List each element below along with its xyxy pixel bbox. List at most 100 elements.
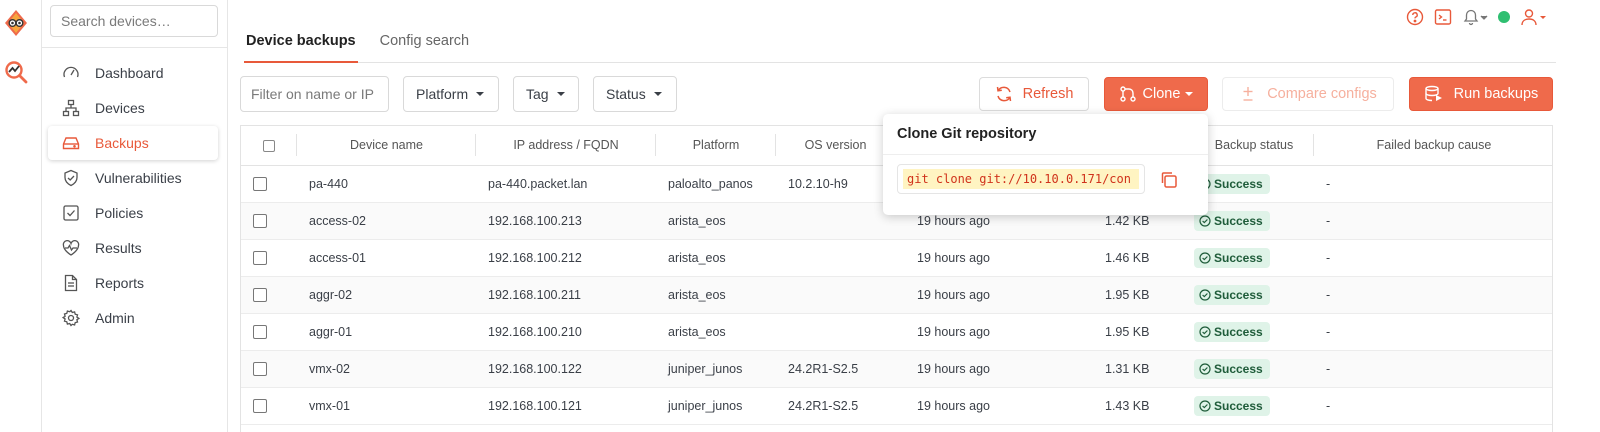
cell-ip: 192.168.100.210 [476,313,656,351]
check-circle-icon [1199,325,1211,338]
platform-dropdown[interactable]: Platform [403,76,499,112]
cell-os: 24.2R1-S2.5 [776,350,895,388]
cell-time: 19 hours ago [895,313,1075,351]
select-all-checkbox[interactable] [263,139,275,152]
sidebar-item-label: Admin [95,310,135,326]
cell-ip: pa-440.packet.lan [476,165,656,203]
cell-ip: 192.168.100.211 [476,276,656,314]
filter-input[interactable] [240,76,389,112]
gauge-icon [63,66,79,78]
status-dropdown[interactable]: Status [593,76,677,112]
status-badge: Success [1194,284,1270,305]
column-header[interactable]: Device name [297,126,476,166]
cell-platform: arista_eos [656,313,776,351]
column-header[interactable]: OS version [776,126,895,166]
run-backups-button[interactable]: Run backups [1409,77,1553,111]
clone-button[interactable]: Clone [1104,77,1208,111]
table-row[interactable]: vmx-01 192.168.100.121 juniper_junos 24.2R1… [241,387,1552,425]
git-branch-icon [1119,86,1136,102]
row-checkbox[interactable] [253,213,267,228]
table-row[interactable]: vmx-02 192.168.100.122 juniper_junos 24.2R1… [241,350,1552,388]
cell-status: Success [1194,239,1314,277]
caret-down-icon [1185,92,1194,96]
cell-status: Success [1194,387,1314,425]
cell-ip: 192.168.100.122 [476,350,656,388]
sidebar: Dashboard Devices Backups Vulnerabilitie… [42,0,228,432]
sidebar-item-backups[interactable]: Backups [48,126,218,160]
sidebar-item-label: Backups [95,135,149,151]
table-row[interactable]: access-01 192.168.100.212 arista_eos 19 hou… [241,239,1552,277]
cell-cause: - [1314,165,1552,203]
file-icon [64,274,78,292]
clone-command[interactable]: git clone git://10.10.0.171/con [903,169,1139,189]
row-checkbox[interactable] [253,324,267,339]
column-header[interactable]: Failed backup cause [1314,126,1552,166]
refresh-icon [996,86,1011,102]
sidebar-item-policies[interactable]: Policies [48,196,218,230]
device-search-input[interactable] [50,5,218,37]
cell-name: vmx-01 [297,387,476,425]
cell-name: access-02 [297,202,476,240]
popover-divider [883,154,1208,155]
row-checkbox[interactable] [253,176,267,191]
cell-size: 1.95 KB [1075,313,1194,351]
sidebar-item-vulnerabilities[interactable]: Vulnerabilities [48,161,218,195]
row-checkbox[interactable] [253,287,267,302]
row-checkbox[interactable] [253,398,267,413]
cell-size: 1.46 KB [1075,239,1194,277]
toolbar: Platform Tag Status Refresh Clone Compar… [240,76,1600,112]
sidebar-item-reports[interactable]: Reports [48,266,218,300]
tab-config-search[interactable]: Config search [378,20,471,63]
select-all-cell [241,126,297,166]
copy-icon[interactable] [1159,170,1179,193]
table-row[interactable]: aggr-02 192.168.100.211 arista_eos 19 hours… [241,276,1552,314]
cell-cause: - [1314,313,1552,351]
sidebar-item-label: Policies [95,205,144,221]
sidebar-item-label: Results [95,240,142,256]
app-logo-icon[interactable] [4,8,28,41]
sidebar-item-dashboard[interactable]: Dashboard [48,56,218,90]
cell-name: aggr-02 [297,276,476,314]
column-header[interactable]: Backup status [1194,126,1314,166]
row-checkbox[interactable] [253,361,267,376]
sidebar-item-devices[interactable]: Devices [48,91,218,125]
check-circle-icon [1199,214,1211,227]
hdd-icon [62,137,80,150]
sidebar-item-results[interactable]: Results [48,231,218,265]
cell-size: 1.31 KB [1075,350,1194,388]
status-badge: Success [1194,321,1270,342]
status-badge: Success [1194,247,1270,268]
cell-size: 1.95 KB [1075,276,1194,314]
compare-configs-button[interactable]: Compare configs [1222,77,1394,111]
cell-os: 24.2R1-S2.5 [776,387,895,425]
caret-down-icon [556,92,565,96]
analytics-search-icon[interactable] [4,60,30,87]
refresh-button[interactable]: Refresh [979,77,1089,111]
cell-platform: juniper_junos [656,387,776,425]
column-header[interactable]: IP address / FQDN [476,126,656,166]
check-circle-icon [1199,362,1211,375]
cell-cause: - [1314,239,1552,277]
clone-command-box[interactable]: git clone git://10.10.0.171/con [897,164,1145,194]
cell-time: 19 hours ago [895,387,1075,425]
cell-platform: juniper_junos [656,350,776,388]
platform-dropdown-label: Platform [416,86,469,102]
cell-os: 10.2.10-h9 [776,165,895,203]
heart-pulse-icon [62,240,80,256]
status-badge: Success [1194,358,1270,379]
shield-icon [64,169,78,187]
row-checkbox[interactable] [253,250,267,265]
status-badge: Success [1194,395,1270,416]
cell-name: pa-440 [297,165,476,203]
column-header[interactable]: Platform [656,126,776,166]
cell-status: Success [1194,350,1314,388]
cell-size: 1.43 KB [1075,387,1194,425]
table-row[interactable]: aggr-01 192.168.100.210 arista_eos 19 hours… [241,313,1552,351]
clone-button-label: Clone [1142,86,1181,102]
tag-dropdown[interactable]: Tag [513,76,579,112]
clone-popover: Clone Git repository git clone git://10.… [883,114,1208,215]
tab-device-backups[interactable]: Device backups [244,20,358,63]
sidebar-item-label: Dashboard [95,65,164,81]
sidebar-item-admin[interactable]: Admin [48,301,218,335]
sidebar-item-label: Devices [95,100,145,116]
